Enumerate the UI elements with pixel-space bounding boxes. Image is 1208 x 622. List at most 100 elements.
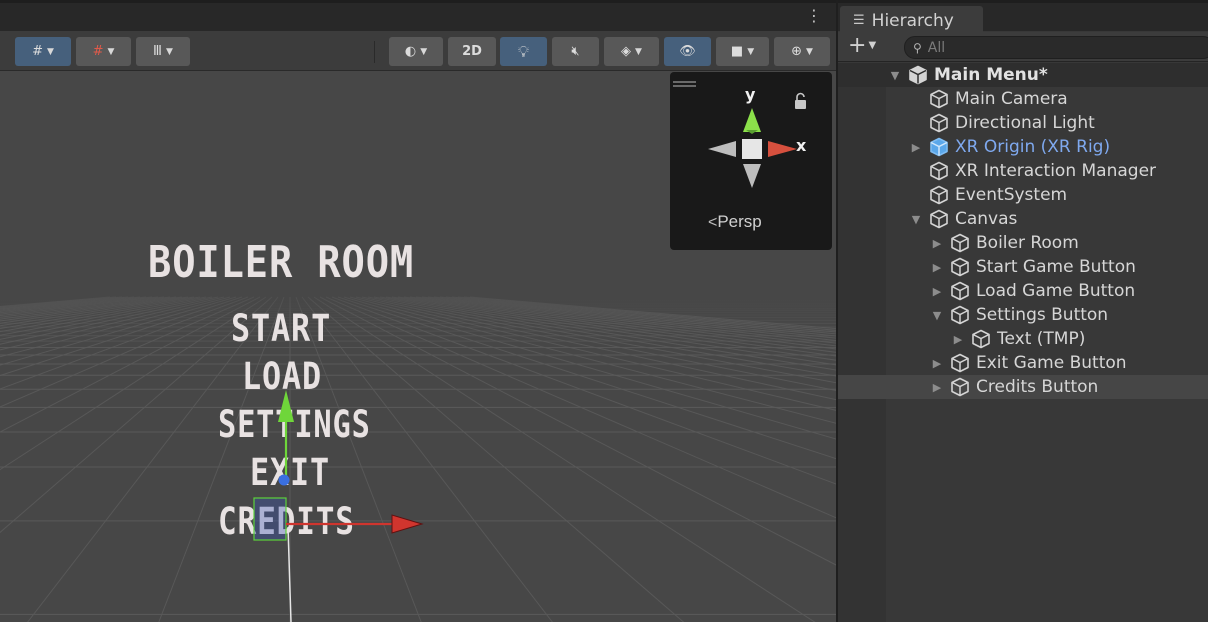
plus-icon: + xyxy=(848,33,867,58)
hierarchy-row[interactable]: ▶ XR Origin (XR Rig) xyxy=(838,135,1208,159)
grid-line xyxy=(0,296,141,313)
hierarchy-row[interactable]: ▶ Start Game Button xyxy=(838,255,1208,279)
projection-toggle[interactable]: <Persp xyxy=(708,212,762,232)
lock-icon[interactable] xyxy=(795,92,806,110)
hierarchy-row[interactable]: ▶ Text (TMP) xyxy=(838,327,1208,351)
settings-text[interactable]: SETTINGS xyxy=(218,403,371,446)
hierarchy-tab-bar: ☰ Hierarchy xyxy=(838,0,1208,35)
projection-label: Persp xyxy=(717,212,762,231)
scene-view[interactable]: ⋮ # ▼ # ▼ Ⅲ ▼ ◐ ▼ 2D 💡︎ 🔇︎ ◈ ▼ 👁︎ ■ ▼ ⊕ … xyxy=(0,0,836,622)
boiler-room-text[interactable]: BOILER ROOM xyxy=(148,237,414,288)
hierarchy-row[interactable]: ▼ Canvas xyxy=(838,207,1208,231)
collapsed-arrow-icon[interactable]: ▶ xyxy=(951,333,965,346)
gizmo-neg-y-cone[interactable] xyxy=(743,164,761,188)
hierarchy-item-label: Main Menu* xyxy=(934,65,1048,85)
grid-line xyxy=(0,296,243,377)
scene-tab-bar: ⋮ xyxy=(0,0,836,31)
unity-scene-icon xyxy=(909,65,927,85)
grid-line xyxy=(301,296,553,622)
2d-label: 2D xyxy=(462,44,482,59)
collapsed-arrow-icon[interactable]: ▶ xyxy=(909,141,923,154)
hierarchy-row[interactable]: EventSystem xyxy=(838,183,1208,207)
snap-increment-button[interactable]: # ▼ xyxy=(76,37,131,66)
hierarchy-row[interactable]: Directional Light xyxy=(838,111,1208,135)
gameobject-icon xyxy=(951,281,969,301)
grid-line xyxy=(469,296,836,330)
lighting-toggle-button[interactable]: 💡︎ xyxy=(500,37,547,66)
hierarchy-row[interactable]: ▶ Exit Game Button xyxy=(838,351,1208,375)
eye-hidden-icon: 👁︎ xyxy=(679,44,696,59)
grid-line xyxy=(445,296,836,337)
grid-line xyxy=(0,296,207,336)
tab-hierarchy[interactable]: ☰ Hierarchy xyxy=(840,6,983,35)
hierarchy-row[interactable]: ▶ Load Game Button xyxy=(838,279,1208,303)
collapsed-arrow-icon[interactable]: ▶ xyxy=(930,261,944,274)
create-button[interactable]: + ▼ xyxy=(848,35,876,57)
credits-text[interactable]: CREDITS xyxy=(218,500,355,543)
hierarchy-panel: ☰ Hierarchy +▼ ⚲ ▼Main Menu*Main CameraD… xyxy=(836,0,1208,622)
grid-line xyxy=(0,296,213,340)
more-options-icon[interactable]: ⋮ xyxy=(806,8,822,24)
hierarchy-item-label: Main Camera xyxy=(955,89,1068,109)
orientation-gizmo[interactable]: y x <Persp xyxy=(670,72,832,250)
collapsed-arrow-icon[interactable]: ▶ xyxy=(930,381,944,394)
grid-line xyxy=(0,296,195,329)
grid-line xyxy=(0,296,159,317)
hierarchy-search[interactable]: ⚲ xyxy=(904,36,1208,59)
hierarchy-row[interactable]: Main Camera xyxy=(838,87,1208,111)
hierarchy-row[interactable]: ▼ Settings Button xyxy=(838,303,1208,327)
gameobject-icon xyxy=(951,233,969,253)
start-text[interactable]: START xyxy=(231,307,331,350)
hierarchy-row[interactable]: ▶ Boiler Room xyxy=(838,231,1208,255)
camera-settings-button[interactable]: ■ ▼ xyxy=(716,37,769,66)
search-input[interactable] xyxy=(927,39,1168,56)
perspective-icon: < xyxy=(708,214,718,231)
grid-line xyxy=(0,296,147,314)
expanded-arrow-icon[interactable]: ▼ xyxy=(888,69,902,82)
grid-line xyxy=(451,296,836,335)
hierarchy-item-label: Boiler Room xyxy=(976,233,1079,253)
hierarchy-row[interactable]: ▼ Main Menu* xyxy=(838,63,1208,87)
draw-mode-button[interactable]: ◐ ▼ xyxy=(389,37,443,66)
hierarchy-row[interactable]: ▶ Credits Button xyxy=(838,375,1208,399)
hierarchy-item-label: XR Origin (XR Rig) xyxy=(955,137,1111,157)
expanded-arrow-icon[interactable]: ▼ xyxy=(930,309,944,322)
list-icon: ☰ xyxy=(853,13,865,28)
2d-toggle-button[interactable]: 2D xyxy=(448,37,496,66)
gizmos-button[interactable]: ⊕ ▼ xyxy=(774,37,830,66)
grid-line xyxy=(463,296,836,331)
effects-button[interactable]: ◈ ▼ xyxy=(604,37,659,66)
prefab-icon xyxy=(930,137,948,157)
load-text[interactable]: LOAD xyxy=(242,355,322,398)
collapsed-arrow-icon[interactable]: ▶ xyxy=(930,357,944,370)
gizmo-x-cone[interactable] xyxy=(768,141,797,157)
hierarchy-item-label: Directional Light xyxy=(955,113,1095,133)
grid-icon: # xyxy=(32,44,43,59)
audio-toggle-button[interactable]: 🔇︎ xyxy=(552,37,599,66)
chevron-down-icon: ▼ xyxy=(747,46,755,57)
gameobject-icon xyxy=(930,89,948,109)
shaded-sphere-icon: ◐ xyxy=(404,44,417,59)
increment-snap-button[interactable]: Ⅲ ▼ xyxy=(136,37,190,66)
hierarchy-row[interactable]: XR Interaction Manager xyxy=(838,159,1208,183)
gameobject-icon xyxy=(951,305,969,325)
hierarchy-item-label: Settings Button xyxy=(976,305,1109,325)
collapsed-arrow-icon[interactable]: ▶ xyxy=(930,285,944,298)
layers-icon: ◈ xyxy=(621,44,632,59)
exit-text[interactable]: EXIT xyxy=(250,451,330,494)
grid-line xyxy=(0,296,177,322)
gameobject-icon xyxy=(930,209,948,229)
gizmo-center-cube[interactable] xyxy=(742,139,762,159)
gizmo-y-cone[interactable] xyxy=(743,108,761,132)
grid-line xyxy=(0,296,201,333)
hierarchy-item-label: EventSystem xyxy=(955,185,1068,205)
grid-line xyxy=(0,296,231,358)
grid-line xyxy=(313,296,816,622)
scene-visibility-button[interactable]: 👁︎ xyxy=(664,37,711,66)
collapsed-arrow-icon[interactable]: ▶ xyxy=(930,237,944,250)
gizmo-neg-x-cone[interactable] xyxy=(708,141,736,157)
chevron-down-icon: ▼ xyxy=(805,46,813,57)
hierarchy-item-label: Exit Game Button xyxy=(976,353,1127,373)
expanded-arrow-icon[interactable]: ▼ xyxy=(909,213,923,226)
grid-snap-button[interactable]: # ▼ xyxy=(15,37,71,66)
